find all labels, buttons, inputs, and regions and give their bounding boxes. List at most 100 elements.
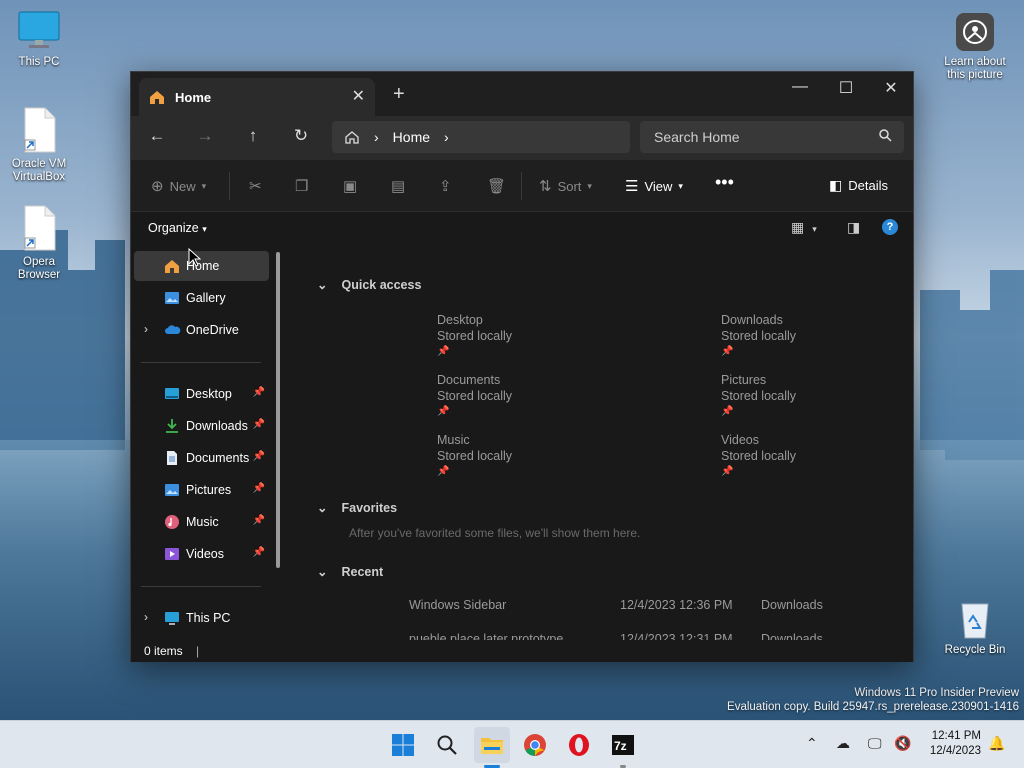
sidebar-item-gallery[interactable]: Gallery xyxy=(134,283,269,313)
sidebar-item-label: Documents xyxy=(186,451,250,465)
back-button[interactable]: ← xyxy=(144,126,170,146)
close-tab-icon[interactable]: ✕ xyxy=(352,86,365,106)
maximize-button[interactable]: ☐ xyxy=(831,78,861,98)
sidebar-scrollbar[interactable] xyxy=(276,252,280,568)
pin-icon: 📌 xyxy=(437,346,450,357)
chevron-right-icon[interactable]: › xyxy=(144,610,148,624)
7zip-taskbar-button[interactable]: 7z xyxy=(609,731,637,759)
sidebar-item-desktop[interactable]: Desktop 📌 xyxy=(134,379,269,409)
more-options-button[interactable]: ••• xyxy=(715,172,734,193)
help-button[interactable]: ? xyxy=(882,219,898,235)
rename-button[interactable]: ▤ xyxy=(391,177,405,195)
recent-date: 12/4/2023 12:36 PM xyxy=(620,598,733,612)
pin-icon: 📌 xyxy=(252,451,265,462)
status-divider: | xyxy=(196,644,200,658)
path-box[interactable]: › Home › xyxy=(332,121,630,153)
desktop-folder-icon xyxy=(165,388,179,399)
network-tray-icon[interactable]: 🖵 xyxy=(868,735,882,752)
sidebar-item-music[interactable]: Music 📌 xyxy=(134,507,269,537)
sidebar-item-this-pc[interactable]: › This PC xyxy=(134,603,269,633)
layout-toggle-button[interactable]: ▦ ▾ xyxy=(791,219,817,236)
show-hidden-icons-button[interactable]: ⌃ xyxy=(806,735,818,752)
desktop-icon-learn-picture[interactable]: Learn about this picture xyxy=(940,12,1010,82)
quick-access-item[interactable]: Downloads Stored locally 📌 xyxy=(721,312,796,360)
item-sub: Stored locally xyxy=(437,329,513,343)
paste-button[interactable]: ▣ xyxy=(343,177,357,195)
volume-tray-icon[interactable]: 🔇 xyxy=(894,735,911,752)
cloud-icon xyxy=(165,325,181,334)
new-button[interactable]: ⊕ New ▾ xyxy=(151,177,206,195)
quick-access-item[interactable]: Documents Stored locally 📌 xyxy=(437,372,512,420)
quick-access-item[interactable]: Music Stored locally 📌 xyxy=(437,432,512,480)
chevron-down-icon: ▾ xyxy=(678,180,683,191)
sidebar-item-downloads[interactable]: Downloads 📌 xyxy=(134,411,269,441)
quick-access-item[interactable]: Pictures Stored locally 📌 xyxy=(721,372,796,420)
breadcrumb-home[interactable]: Home xyxy=(393,129,430,145)
search-taskbar-button[interactable] xyxy=(433,731,461,759)
pin-icon: 📌 xyxy=(437,406,450,417)
divider xyxy=(141,586,261,587)
new-tab-button[interactable]: + xyxy=(393,83,405,106)
sort-button[interactable]: ⇅ Sort ▾ xyxy=(539,177,592,195)
view-button[interactable]: ☰ View ▾ xyxy=(625,177,683,195)
chevron-down-icon[interactable]: ⌄ xyxy=(317,564,327,579)
item-sub: Stored locally xyxy=(721,389,797,403)
cloud-offline-icon: ☁ xyxy=(836,735,850,751)
forward-button[interactable]: → xyxy=(192,126,218,146)
opera-taskbar-button[interactable] xyxy=(565,731,593,759)
up-button[interactable]: ↑ xyxy=(240,126,266,146)
clock-date: 12/4/2023 xyxy=(929,745,981,757)
pictures-icon xyxy=(165,484,179,496)
network-icon: 🖵 xyxy=(868,735,882,751)
chevron-right-icon[interactable]: › xyxy=(374,129,379,145)
document-icon xyxy=(167,451,177,465)
chrome-taskbar-button[interactable] xyxy=(521,731,549,759)
navigation-pane: Home Gallery › OneDrive Desktop 📌 Downlo… xyxy=(131,244,289,640)
details-button[interactable]: ◧ Details xyxy=(829,177,888,194)
chevron-down-icon[interactable]: ⌄ xyxy=(317,500,327,515)
search-input[interactable]: Search Home xyxy=(640,121,904,153)
minimize-button[interactable]: — xyxy=(785,78,815,96)
monitor-icon xyxy=(165,612,179,625)
sidebar-item-pictures[interactable]: Pictures 📌 xyxy=(134,475,269,505)
close-window-button[interactable]: ✕ xyxy=(876,78,906,98)
desktop-icon-recycle-bin[interactable]: Recycle Bin xyxy=(944,598,1006,657)
recent-name: Windows Sidebar xyxy=(409,598,507,612)
desktop-icon-this-pc[interactable]: This PC xyxy=(8,10,70,69)
section-quick-access[interactable]: ⌄ Quick access xyxy=(317,277,421,293)
desktop-icon-opera[interactable]: Opera Browser xyxy=(8,204,70,282)
sidebar-item-videos[interactable]: Videos 📌 xyxy=(134,539,269,569)
sort-icon: ⇅ xyxy=(539,178,552,195)
start-button[interactable] xyxy=(389,731,417,759)
quick-access-item[interactable]: Videos Stored locally 📌 xyxy=(721,432,796,480)
clock[interactable]: 12:41 PM 12/4/2023 xyxy=(930,729,981,759)
opera-icon xyxy=(569,734,589,756)
quick-access-item[interactable]: Desktop Stored locally 📌 xyxy=(437,312,512,360)
notifications-button[interactable]: 🔔 xyxy=(988,735,1005,752)
chevron-down-icon: ▾ xyxy=(202,224,207,234)
chevron-down-icon[interactable]: ⌄ xyxy=(317,277,327,292)
refresh-button[interactable]: ↻ xyxy=(288,126,314,146)
paste-icon: ▣ xyxy=(343,178,358,195)
copy-button[interactable]: ❐ xyxy=(295,177,308,195)
delete-button[interactable]: 🗑 xyxy=(487,177,506,195)
section-title: Recent xyxy=(341,564,384,579)
share-button[interactable]: ⇪ xyxy=(439,177,452,195)
shortcut-file-icon xyxy=(24,107,56,153)
tab-home[interactable]: Home ✕ xyxy=(139,78,375,116)
onedrive-tray-icon[interactable]: ☁ xyxy=(836,735,850,752)
sidebar-item-onedrive[interactable]: › OneDrive xyxy=(134,315,269,345)
chevron-right-icon[interactable]: › xyxy=(144,322,148,336)
preview-pane-button[interactable]: ◨ xyxy=(847,219,860,236)
bell-icon: 🔔 xyxy=(988,735,1006,751)
desktop-icon-virtualbox[interactable]: Oracle VM VirtualBox xyxy=(8,106,70,184)
sidebar-item-documents[interactable]: Documents 📌 xyxy=(134,443,269,473)
file-explorer-taskbar-button[interactable] xyxy=(474,727,510,763)
sidebar-item-label: This PC xyxy=(186,611,231,625)
section-favorites[interactable]: ⌄ Favorites xyxy=(317,500,397,516)
chevron-right-icon[interactable]: › xyxy=(444,129,449,145)
help-icon: ? xyxy=(886,221,894,233)
cut-button[interactable]: ✂ xyxy=(249,177,262,195)
organize-button[interactable]: Organize ▾ xyxy=(148,221,207,235)
section-recent[interactable]: ⌄ Recent xyxy=(317,564,384,580)
